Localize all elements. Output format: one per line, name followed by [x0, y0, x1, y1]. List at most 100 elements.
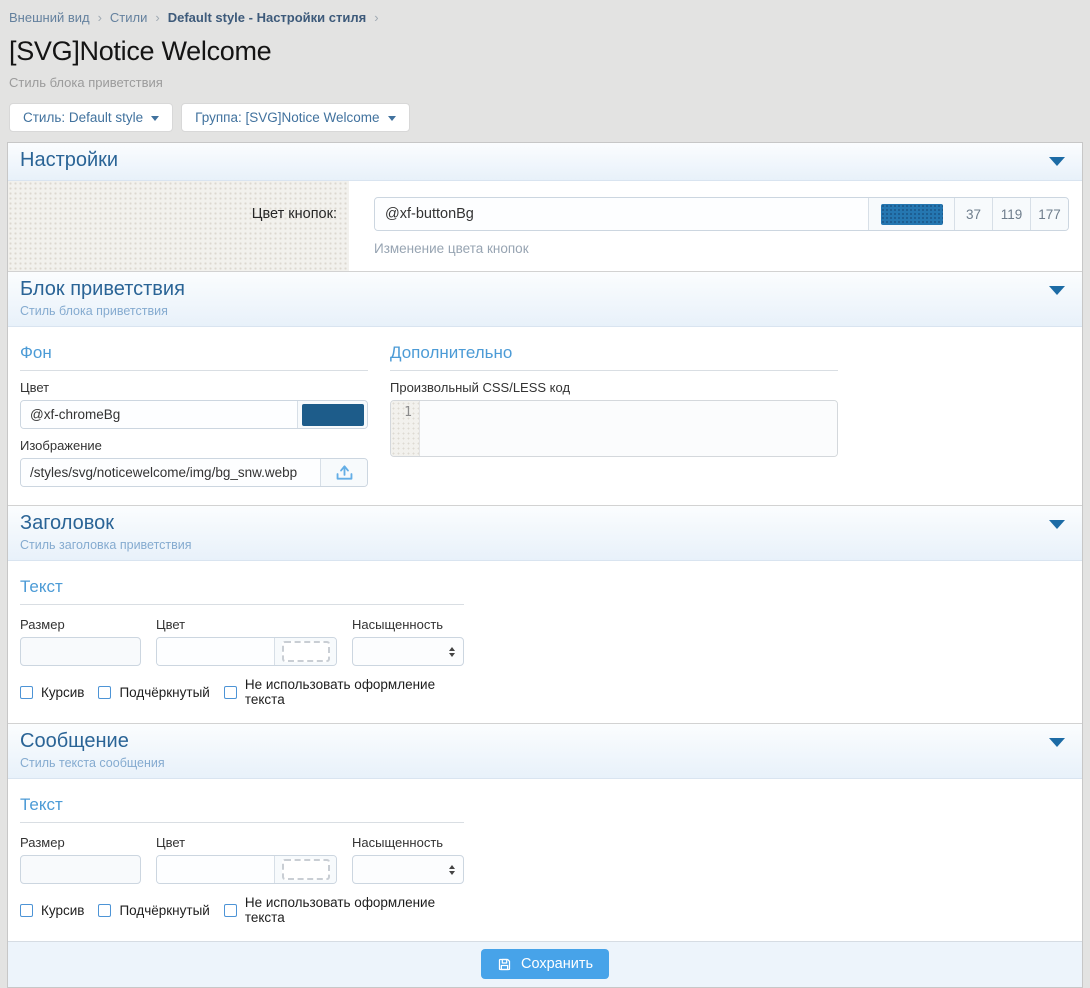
title-italic-checkbox[interactable]: Курсив — [20, 685, 84, 700]
empty-color-swatch[interactable] — [282, 859, 330, 880]
button-color-input[interactable] — [375, 198, 868, 230]
section-title-style: Заголовок Стиль заголовка приветствия Те… — [8, 505, 1082, 723]
title-text-heading: Текст — [20, 561, 464, 605]
section-settings-title: Настройки — [20, 149, 1070, 172]
button-color-label: Цвет кнопок: — [8, 181, 349, 271]
checkbox-icon[interactable] — [224, 686, 237, 699]
panel-footer: Сохранить — [8, 941, 1082, 987]
checkbox-icon[interactable] — [224, 904, 237, 917]
bg-color-swatch-cell[interactable] — [297, 401, 367, 428]
section-welcome-subtitle: Стиль блока приветствия — [20, 304, 1070, 318]
bg-image-label: Изображение — [20, 438, 368, 453]
title-color-swatch-cell[interactable] — [274, 638, 336, 665]
section-message-style: Сообщение Стиль текста сообщения Текст Р… — [8, 723, 1082, 941]
message-weight-select[interactable] — [352, 855, 464, 884]
message-color-input[interactable] — [157, 856, 274, 883]
css-code-editor[interactable]: 1 — [390, 400, 838, 457]
checkbox-icon[interactable] — [20, 904, 33, 917]
bg-color-input[interactable] — [21, 401, 297, 428]
rgb-red-value: 37 — [954, 198, 992, 230]
upload-icon — [335, 464, 354, 481]
breadcrumb-separator: › — [155, 10, 159, 25]
section-settings-header[interactable]: Настройки — [8, 143, 1082, 181]
button-color-input-group: 37 119 177 — [374, 197, 1069, 231]
title-no-decoration-checkbox[interactable]: Не использовать оформление текста — [224, 677, 464, 707]
background-column: Фон Цвет Изображение — [20, 327, 368, 487]
save-button-label: Сохранить — [521, 956, 593, 972]
title-weight-label: Насыщенность — [352, 617, 464, 632]
save-button[interactable]: Сохранить — [481, 949, 609, 979]
title-weight-select[interactable] — [352, 637, 464, 666]
message-color-swatch-cell[interactable] — [274, 856, 336, 883]
message-no-decoration-checkbox[interactable]: Не использовать оформление текста — [224, 895, 464, 925]
message-color-label: Цвет — [156, 835, 337, 850]
title-underline-label: Подчёркнутый — [119, 685, 209, 700]
breadcrumb: Внешний вид › Стили › Default style - На… — [7, 8, 1083, 25]
message-text-heading: Текст — [20, 779, 464, 823]
breadcrumb-styles-link[interactable]: Стили — [110, 10, 147, 25]
title-color-input[interactable] — [157, 638, 274, 665]
page-subtitle: Стиль блока приветствия — [9, 75, 1081, 90]
title-color-label: Цвет — [156, 617, 337, 632]
button-color-swatch-cell[interactable] — [868, 198, 954, 230]
button-color-row: Цвет кнопок: 37 119 177 Изменение цвета … — [8, 181, 1082, 271]
bg-image-input-group — [20, 458, 368, 487]
page-title: [SVG]Notice Welcome — [9, 36, 1081, 67]
section-message-style-subtitle: Стиль текста сообщения — [20, 756, 1070, 770]
breadcrumb-current-page[interactable]: Default style - Настройки стиля — [168, 10, 367, 25]
title-italic-label: Курсив — [41, 685, 84, 700]
floppy-disk-icon — [497, 957, 512, 972]
editor-line-number: 1 — [391, 401, 420, 456]
bg-image-input[interactable] — [21, 459, 320, 486]
button-color-hint: Изменение цвета кнопок — [374, 241, 1069, 256]
message-color-input-group — [156, 855, 337, 884]
breadcrumb-appearance-link[interactable]: Внешний вид — [9, 10, 90, 25]
empty-color-swatch[interactable] — [282, 641, 330, 662]
message-size-input[interactable] — [20, 855, 141, 884]
spinner-arrows-icon — [449, 865, 455, 875]
background-heading: Фон — [20, 327, 368, 371]
checkbox-icon[interactable] — [20, 686, 33, 699]
breadcrumb-separator: › — [374, 10, 378, 25]
color-swatch[interactable] — [302, 404, 364, 426]
title-size-input[interactable] — [20, 637, 141, 666]
extra-column: Дополнительно Произвольный CSS/LESS код … — [390, 327, 838, 487]
checkbox-icon[interactable] — [98, 904, 111, 917]
group-selector-button[interactable]: Группа: [SVG]Notice Welcome — [181, 103, 409, 132]
title-checkbox-row: Курсив Подчёркнутый Не использовать офор… — [20, 677, 464, 707]
style-selector-button[interactable]: Стиль: Default style — [9, 103, 173, 132]
message-italic-label: Курсив — [41, 903, 84, 918]
chevron-down-icon[interactable] — [1049, 520, 1065, 529]
section-welcome-header[interactable]: Блок приветствия Стиль блока приветствия — [8, 272, 1082, 327]
rgb-blue-value: 177 — [1030, 198, 1068, 230]
breadcrumb-separator: › — [98, 10, 102, 25]
editor-code-area[interactable] — [420, 401, 837, 456]
title-underline-checkbox[interactable]: Подчёркнутый — [98, 685, 209, 700]
message-no-decoration-label: Не использовать оформление текста — [245, 895, 464, 925]
css-code-label: Произвольный CSS/LESS код — [390, 380, 838, 395]
group-selector-label: Группа: [SVG]Notice Welcome — [195, 110, 379, 125]
color-swatch[interactable] — [881, 204, 943, 225]
section-message-style-header[interactable]: Сообщение Стиль текста сообщения — [8, 724, 1082, 779]
section-message-style-title: Сообщение — [20, 730, 1070, 753]
message-size-label: Размер — [20, 835, 141, 850]
welcome-block-content: Фон Цвет Изображение — [8, 327, 1082, 505]
section-title-style-header[interactable]: Заголовок Стиль заголовка приветствия — [8, 506, 1082, 561]
message-checkbox-row: Курсив Подчёркнутый Не использовать офор… — [20, 895, 464, 925]
section-welcome-block: Блок приветствия Стиль блока приветствия… — [8, 271, 1082, 505]
message-italic-checkbox[interactable]: Курсив — [20, 903, 84, 918]
chevron-down-icon[interactable] — [1049, 286, 1065, 295]
message-text-group: Текст Размер Цвет — [8, 779, 1082, 941]
chevron-down-icon[interactable] — [1049, 738, 1065, 747]
message-underline-label: Подчёркнутый — [119, 903, 209, 918]
style-properties-page: Внешний вид › Стили › Default style - На… — [0, 0, 1090, 988]
message-underline-checkbox[interactable]: Подчёркнутый — [98, 903, 209, 918]
style-selector-label: Стиль: Default style — [23, 110, 143, 125]
title-text-group: Текст Размер Цвет — [8, 561, 1082, 723]
bg-color-label: Цвет — [20, 380, 368, 395]
section-title-style-subtitle: Стиль заголовка приветствия — [20, 538, 1070, 552]
upload-button[interactable] — [320, 459, 367, 486]
checkbox-icon[interactable] — [98, 686, 111, 699]
bg-color-input-group — [20, 400, 368, 429]
chevron-down-icon[interactable] — [1049, 157, 1065, 166]
